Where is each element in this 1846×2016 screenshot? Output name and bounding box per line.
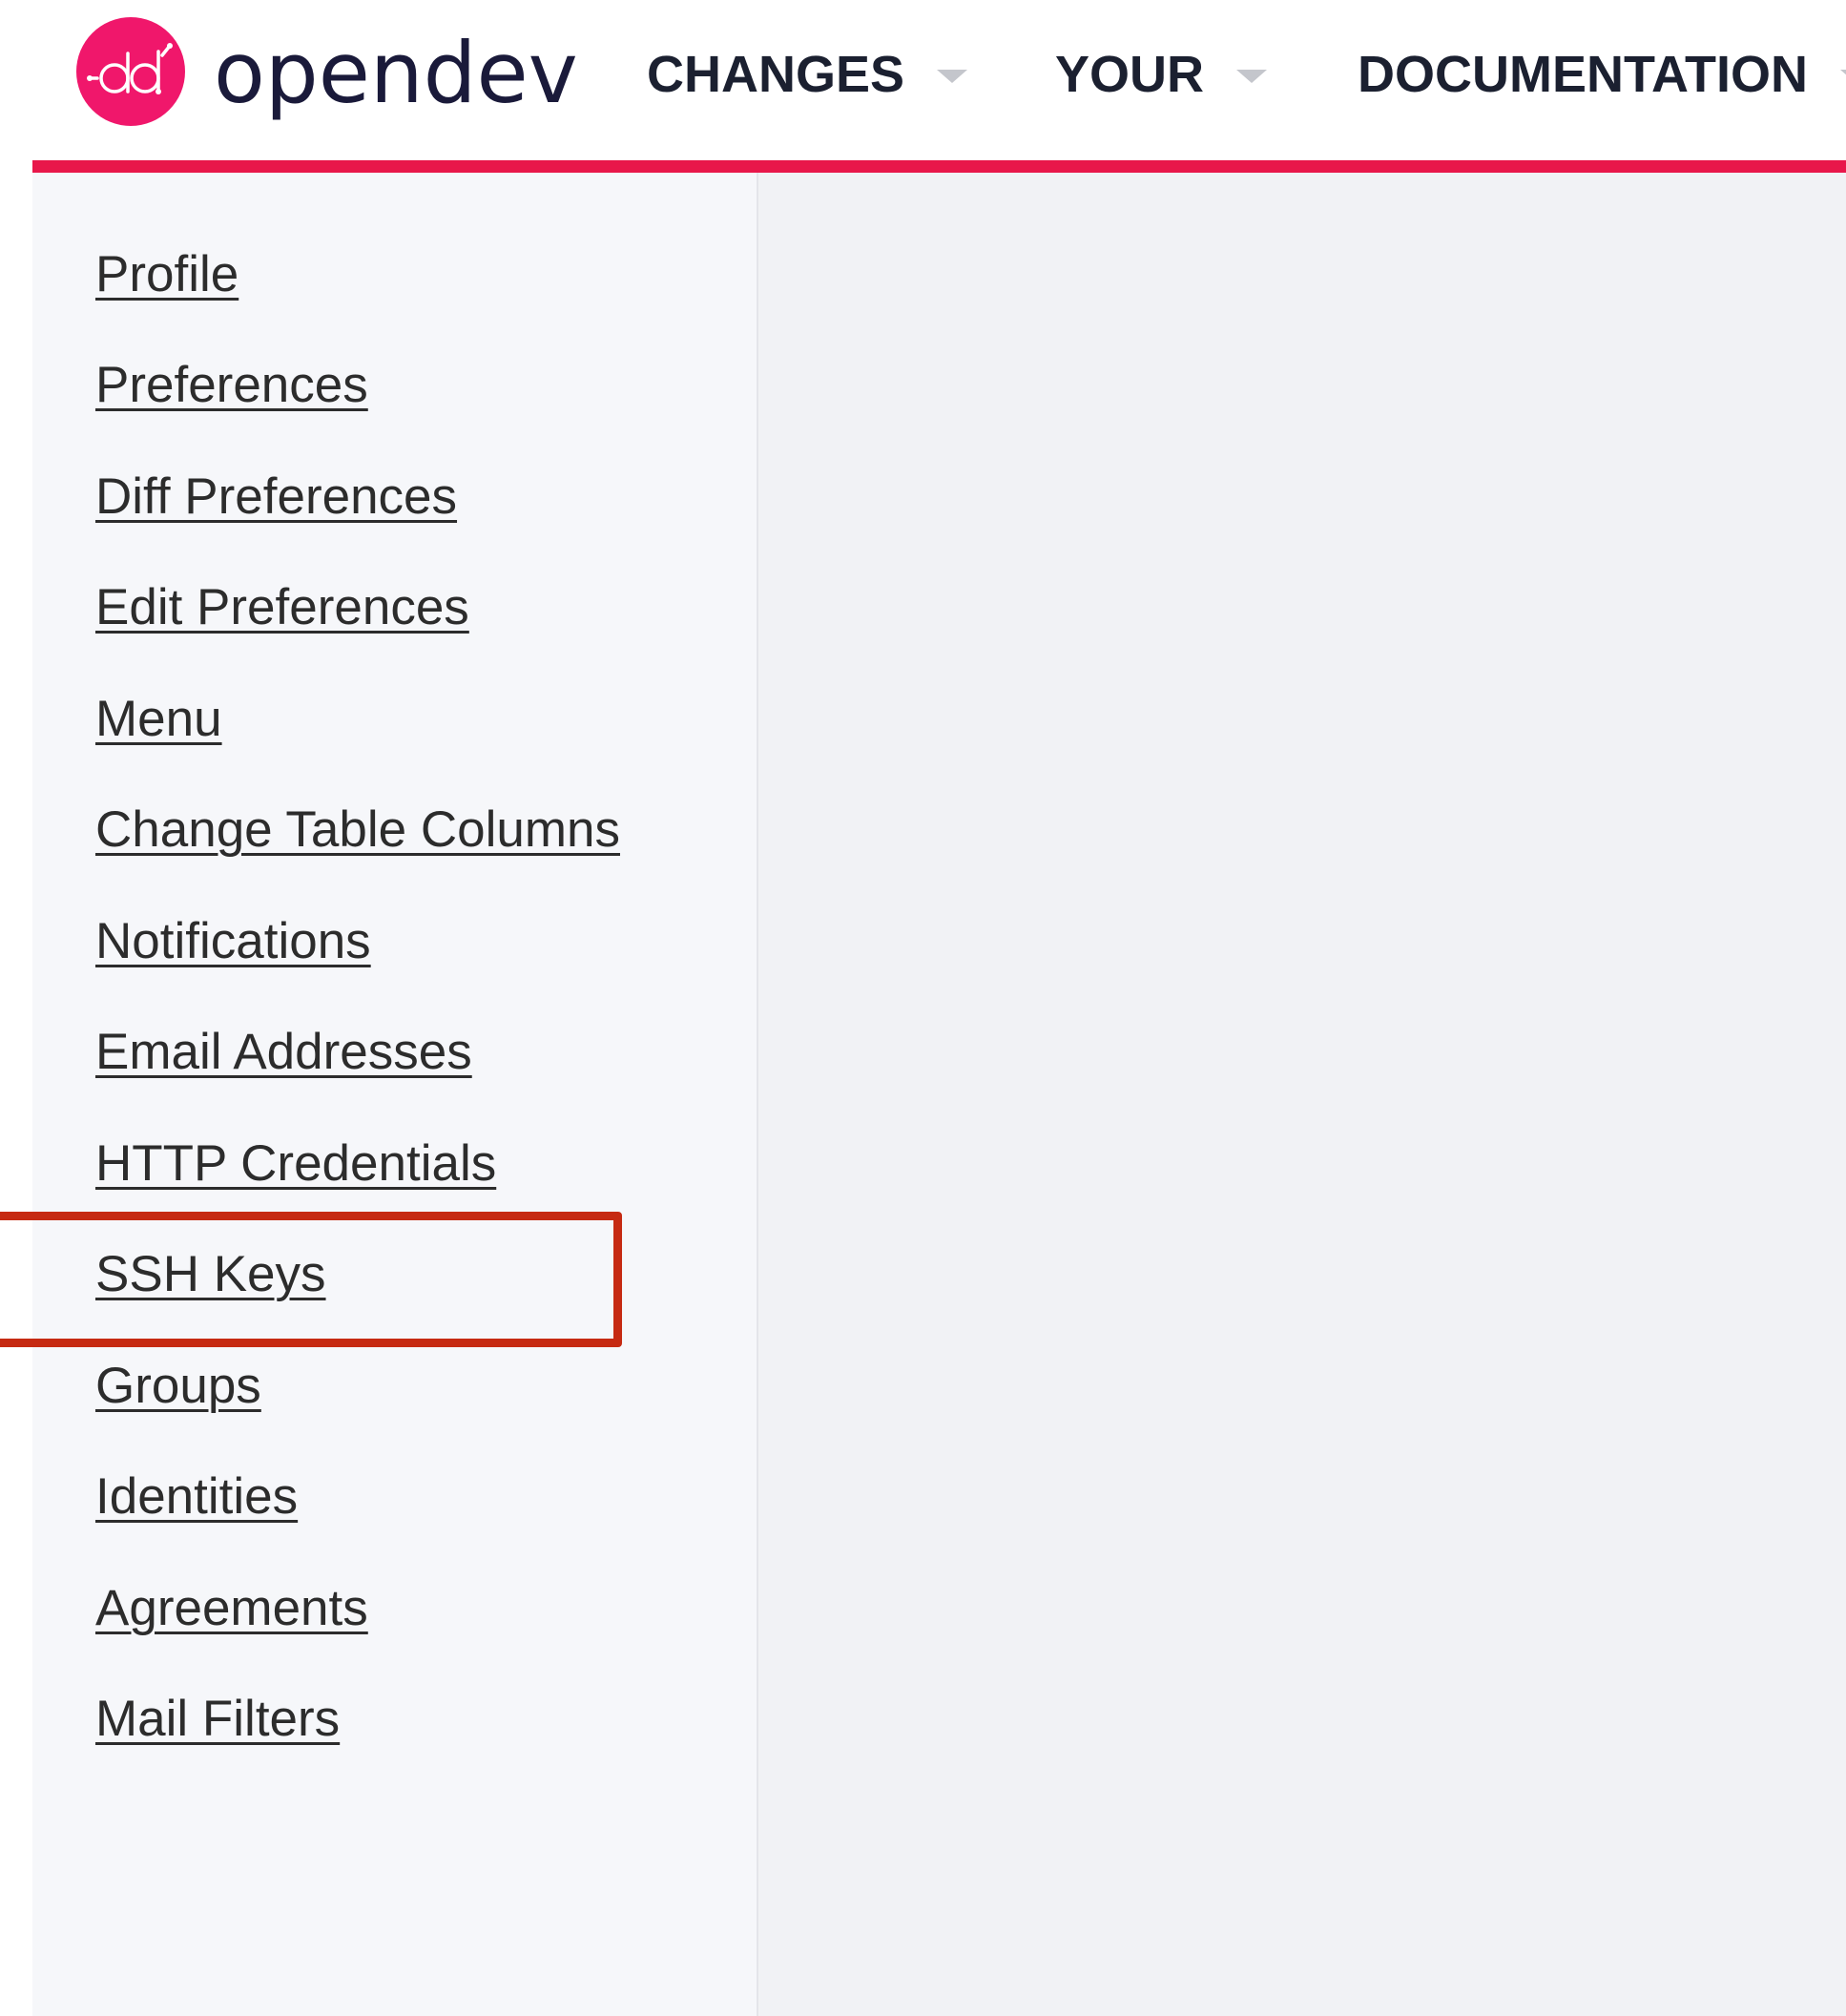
header-accent-bar (32, 160, 1846, 173)
opendev-logo-icon[interactable] (76, 17, 185, 126)
main-content (758, 173, 1846, 2016)
nav-your[interactable]: YOUR (1055, 38, 1268, 111)
sidebar-item-diff-preferences[interactable]: Diff Preferences (95, 464, 457, 530)
sidebar-item-http-credentials[interactable]: HTTP Credentials (95, 1131, 496, 1197)
nav-changes[interactable]: CHANGES (647, 38, 968, 111)
sidebar-item-email-addresses[interactable]: Email Addresses (95, 1019, 472, 1086)
sidebar-item-profile[interactable]: Profile (95, 241, 239, 308)
nav-changes-label: CHANGES (647, 46, 905, 103)
chevron-down-icon (1839, 70, 1846, 83)
sidebar-item-notifications[interactable]: Notifications (95, 908, 371, 975)
nav-documentation[interactable]: DOCUMENTATION (1358, 38, 1846, 111)
sidebar-item-identities[interactable]: Identities (95, 1464, 298, 1530)
page-margin (0, 160, 32, 2016)
brand-name[interactable]: opendev (214, 21, 578, 126)
chevron-down-icon (1236, 70, 1268, 83)
sidebar-item-ssh-keys[interactable]: SSH Keys (95, 1241, 326, 1308)
nav-documentation-label: DOCUMENTATION (1358, 46, 1808, 103)
sidebar-item-preferences[interactable]: Preferences (95, 352, 368, 419)
sidebar-item-mail-filters[interactable]: Mail Filters (95, 1686, 340, 1753)
settings-page: opendev CHANGES YOUR DOCUMENTATION Profi… (0, 0, 1846, 2016)
sidebar-item-groups[interactable]: Groups (95, 1353, 261, 1420)
sidebar-item-menu[interactable]: Menu (95, 686, 222, 753)
sidebar-item-agreements[interactable]: Agreements (95, 1575, 368, 1642)
chevron-down-icon (937, 70, 968, 83)
sidebar-item-change-table-columns[interactable]: Change Table Columns (95, 797, 620, 863)
nav-your-label: YOUR (1055, 46, 1205, 103)
sidebar-item-edit-preferences[interactable]: Edit Preferences (95, 574, 469, 641)
